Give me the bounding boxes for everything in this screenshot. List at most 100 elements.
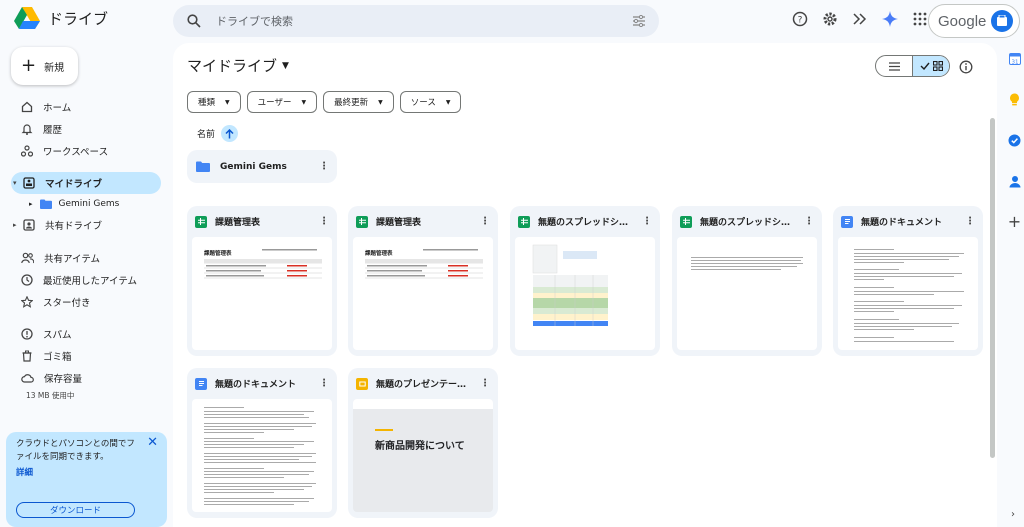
filter-source[interactable]: ソース ▼ xyxy=(399,91,462,113)
filter-label: ソース xyxy=(410,98,436,108)
sheets-icon xyxy=(195,215,207,228)
spam-icon xyxy=(21,328,33,340)
sheet-preview xyxy=(204,249,322,279)
info-icon[interactable] xyxy=(959,59,973,78)
sidebar-item-label: 共有アイテム xyxy=(44,254,101,265)
spreadsheet-preview xyxy=(532,244,608,326)
sidebar-item-gemini-gems[interactable]: ▸ Gemini Gems xyxy=(11,194,161,214)
docs-icon xyxy=(841,215,853,228)
file-thumbnail: 課題管理表 xyxy=(353,237,493,350)
apps-grid-icon[interactable] xyxy=(911,10,928,27)
more-options-icon[interactable]: ⋮ xyxy=(642,216,652,227)
app-title: ドライブ xyxy=(48,9,109,28)
sheets-icon xyxy=(356,215,368,228)
more-options-icon[interactable]: ⋮ xyxy=(480,216,490,227)
file-card[interactable]: 無題のスプレッドシ… ⋮ xyxy=(510,206,660,356)
page-title-text: マイドライブ xyxy=(187,57,278,75)
caret-right-icon[interactable]: ▸ xyxy=(29,200,33,208)
sidebar-item-home[interactable]: ホーム xyxy=(11,96,161,118)
sidebar-item-shared-drives[interactable]: ▸ 共有ドライブ xyxy=(11,214,161,236)
plus-icon: + xyxy=(21,55,37,76)
account-switcher[interactable]: Google xyxy=(928,4,1020,38)
promo-learn-more-link[interactable]: 詳細 xyxy=(16,466,157,478)
more-options-icon[interactable]: ⋮ xyxy=(965,216,975,227)
grid-view-button[interactable] xyxy=(912,56,949,76)
contacts-icon[interactable] xyxy=(1009,173,1021,192)
file-name: 課題管理表 xyxy=(376,218,422,228)
view-toggle[interactable] xyxy=(875,55,950,77)
caret-down-icon: ▼ xyxy=(445,98,451,106)
search-options-icon[interactable] xyxy=(630,13,647,30)
new-button[interactable]: + 新規 xyxy=(11,47,78,85)
search-bar[interactable] xyxy=(173,5,659,37)
sidebar-item-history[interactable]: 履歴 xyxy=(11,118,161,140)
close-icon[interactable]: ✕ xyxy=(147,435,158,450)
search-icon[interactable] xyxy=(185,13,202,30)
my-drive-icon xyxy=(23,177,35,189)
workspace-icon xyxy=(21,145,33,157)
folder-card[interactable]: Gemini Gems ⋮ xyxy=(187,150,337,183)
file-card[interactable]: 課題管理表 ⋮ 課題管理表 xyxy=(187,206,337,356)
bell-icon xyxy=(21,124,33,135)
list-view-button[interactable] xyxy=(876,56,912,76)
trash-icon xyxy=(22,350,32,362)
main-panel: マイドライブ ▼ 種類 ▼ ユーザー ▼ 最終更新 ▼ ソース ▼ 名前 Gemini … xyxy=(173,43,997,527)
more-options-icon[interactable]: ⋮ xyxy=(319,216,329,227)
sidebar-item-workspace[interactable]: ワークスペース xyxy=(11,140,161,162)
keep-icon[interactable] xyxy=(1009,91,1020,110)
svg-text:?: ? xyxy=(797,15,802,25)
slides-icon xyxy=(356,377,368,390)
scrollbar[interactable] xyxy=(990,118,995,458)
more-options-icon[interactable]: ⋮ xyxy=(804,216,814,227)
plus-icon[interactable]: + xyxy=(1008,214,1021,230)
sidebar-item-recent[interactable]: 最近使用したアイテム xyxy=(11,269,161,291)
drive-logo[interactable]: ドライブ xyxy=(14,7,108,29)
page-title[interactable]: マイドライブ ▼ xyxy=(187,55,289,76)
sidebar-item-label: Gemini Gems xyxy=(58,199,120,209)
file-card[interactable]: 課題管理表 ⋮ 課題管理表 xyxy=(348,206,498,356)
filter-people[interactable]: ユーザー ▼ xyxy=(246,91,318,113)
file-card[interactable]: 無題のスプレッドシ… ⋮ xyxy=(672,206,822,356)
more-options-icon[interactable]: ⋮ xyxy=(319,378,329,389)
sidebar-item-my-drive[interactable]: ▾ マイドライブ xyxy=(11,172,161,194)
sidebar-item-label: 履歴 xyxy=(43,125,63,136)
file-card[interactable]: 無題のドキュメント ⋮ xyxy=(187,368,337,518)
file-card[interactable]: 無題のドキュメント ⋮ xyxy=(833,206,983,356)
sidebar-item-label: 保存容量 xyxy=(44,374,83,385)
file-thumbnail xyxy=(677,237,817,350)
arrow-up-icon[interactable] xyxy=(221,125,239,142)
sidebar-item-spam[interactable]: スパム xyxy=(11,323,161,345)
file-card[interactable]: 無題のプレゼンテー… ⋮ 新商品開発について xyxy=(348,368,498,518)
more-options-icon[interactable]: ⋮ xyxy=(480,378,490,389)
search-input[interactable] xyxy=(216,14,616,28)
sidebar-item-starred[interactable]: スター付き xyxy=(11,291,161,313)
gemini-tasks-icon[interactable] xyxy=(851,10,868,27)
help-icon[interactable]: ? xyxy=(791,10,808,27)
sidebar-item-label: マイドライブ xyxy=(45,179,103,190)
folder-icon xyxy=(39,199,52,209)
sidebar-item-shared-with-me[interactable]: 共有アイテム xyxy=(11,247,161,269)
download-button[interactable]: ダウンロード xyxy=(16,502,135,518)
filter-label: 種類 xyxy=(198,98,216,108)
sidebar-item-label: ゴミ箱 xyxy=(43,352,72,363)
gemini-sparkle-icon[interactable] xyxy=(881,10,898,27)
more-options-icon[interactable]: ⋮ xyxy=(319,161,329,172)
text-preview xyxy=(691,257,803,270)
chevron-right-icon[interactable]: › xyxy=(1011,509,1015,520)
sidebar-item-label: スパム xyxy=(43,330,72,341)
sort-control[interactable]: 名前 xyxy=(197,125,239,142)
google-wordmark: Google xyxy=(938,12,987,30)
tasks-icon[interactable] xyxy=(1008,132,1021,151)
caret-right-icon[interactable]: ▸ xyxy=(13,221,19,229)
folder-icon xyxy=(196,161,210,172)
sidebar-item-trash[interactable]: ゴミ箱 xyxy=(11,345,161,367)
text-preview xyxy=(854,249,964,342)
caret-down-icon[interactable]: ▾ xyxy=(13,179,19,187)
star-icon xyxy=(21,296,33,308)
filter-type[interactable]: 種類 ▼ xyxy=(187,91,241,113)
sidebar-item-storage[interactable]: 保存容量 xyxy=(11,367,161,389)
calendar-icon[interactable]: 31 xyxy=(1008,50,1021,69)
filter-modified[interactable]: 最終更新 ▼ xyxy=(323,91,394,113)
gear-icon[interactable] xyxy=(821,10,838,27)
sidebar-item-label: 最近使用したアイテム xyxy=(43,276,138,287)
